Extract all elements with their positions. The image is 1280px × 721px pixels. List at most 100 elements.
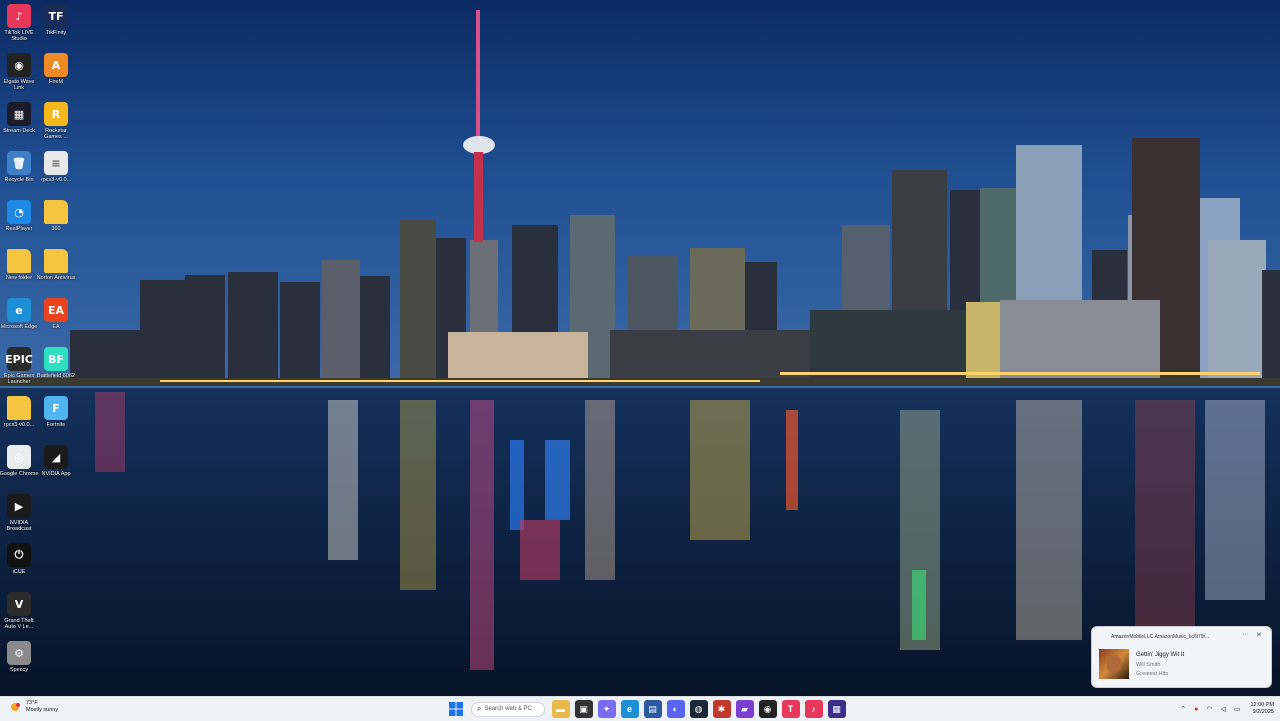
search-box[interactable]: ⌕ Search web & PC bbox=[471, 701, 545, 717]
file-explorer-icon[interactable]: ▬ bbox=[551, 700, 570, 718]
song-title: Gettin' Jiggy Wit It bbox=[1136, 652, 1185, 658]
desktop-icon-label: Speccy bbox=[9, 667, 29, 673]
start-button[interactable] bbox=[447, 700, 465, 718]
desktop-icon-label: Epic Games Launcher bbox=[4, 373, 34, 385]
nvidia-icon: ◢ bbox=[44, 445, 68, 469]
media-notification[interactable]: AmazonMobileLLC.AmazonMusic_kc6t79r... ·… bbox=[1091, 626, 1272, 688]
clock-time: 12:00 PM bbox=[1250, 702, 1274, 708]
desktop-icon-label: Battlefield 6062 bbox=[37, 373, 75, 379]
gta-icon: V bbox=[7, 592, 31, 616]
weather-temperature: 73°F bbox=[26, 700, 38, 706]
desktop-icon[interactable]: e Microsoft Edge bbox=[1, 298, 37, 346]
edge-icon[interactable]: e bbox=[620, 700, 639, 718]
chevron-up-icon[interactable]: ⌃ bbox=[1180, 705, 1186, 713]
desktop-icon[interactable]: ◉ Elgato Wave Link bbox=[1, 53, 37, 101]
rockstar-icon[interactable]: ✱ bbox=[712, 700, 731, 718]
tiktok-live-icon[interactable]: ♪ bbox=[804, 700, 823, 718]
desktop-icon[interactable]: rpcs3-v0.0... bbox=[1, 396, 37, 444]
desktop-icon[interactable]: EA EA bbox=[38, 298, 74, 346]
desktop-icon[interactable]: ◎ Google Chrome bbox=[0, 445, 39, 493]
weather-widget[interactable]: 73°F Mostly sunny bbox=[8, 700, 58, 714]
album-art bbox=[1099, 649, 1129, 679]
nvidia-broadcast-icon: ▶ bbox=[7, 494, 31, 518]
chrome-icon: ◎ bbox=[7, 445, 31, 469]
clipchamp-icon[interactable]: ▰ bbox=[735, 700, 754, 718]
discord-icon[interactable]: ◐ bbox=[666, 700, 685, 718]
desktop-icon[interactable]: EPIC Epic Games Launcher bbox=[1, 347, 37, 395]
copilot-icon[interactable]: ✦ bbox=[597, 700, 616, 718]
obs-icon[interactable]: ◉ bbox=[758, 700, 777, 718]
media-app-icon[interactable]: ▦ bbox=[827, 700, 846, 718]
fortnite-icon: F bbox=[44, 396, 68, 420]
more-options-icon[interactable]: ··· bbox=[1242, 631, 1249, 638]
desktop-icon-label: TikTok LIVE Studio bbox=[4, 30, 34, 42]
desktop-icon[interactable]: TF TikFinity bbox=[38, 4, 74, 52]
display-icon[interactable]: ▭ bbox=[1234, 705, 1241, 713]
epic-games-icon: EPIC bbox=[5, 347, 33, 371]
realplayer-icon: ◔ bbox=[7, 200, 31, 224]
ea-icon: EA bbox=[44, 298, 68, 322]
clock-date: 9/2/2025 bbox=[1252, 709, 1274, 715]
desktop-icon-label: FireM bbox=[48, 79, 64, 85]
desktop-icon-label: Fortnite bbox=[46, 422, 66, 428]
system-tray: ⌃ ● ◠ ◁ ▭ 12:00 PM 9/2/2025 bbox=[1176, 699, 1274, 719]
desktop-icon-label: rpcs3-v0.0... bbox=[40, 177, 72, 183]
search-icon: ⌕ bbox=[477, 704, 482, 713]
tikfinity-icon[interactable]: T bbox=[781, 700, 800, 718]
taskbar-apps: ⌕ Search web & PC ▬ ▣ ✦ e ▤ ◐ ◍ ✱ ▰ ◉ T ♪ ▦ bbox=[444, 699, 848, 719]
folder-icon bbox=[44, 200, 68, 224]
desktop-icon[interactable]: ▦ Stream Deck bbox=[1, 102, 37, 150]
desktop-wallpaper bbox=[0, 0, 1280, 696]
clock[interactable]: 12:00 PM 9/2/2025 bbox=[1250, 702, 1274, 716]
desktop-icon[interactable]: V Grand Theft Auto V Le... bbox=[1, 592, 37, 640]
speccy-icon: ⚙ bbox=[7, 641, 31, 665]
desktop-icon[interactable]: 🗑 Recycle Bin bbox=[1, 151, 37, 199]
windows-icon bbox=[448, 702, 463, 716]
desktop-icon[interactable]: ◢ NVIDIA App bbox=[38, 445, 74, 493]
desktop-icon[interactable]: Norton Antivirus bbox=[36, 249, 76, 297]
network-icon[interactable]: ◠ bbox=[1206, 705, 1212, 713]
desktop-icon[interactable]: ⚙ Speccy bbox=[1, 641, 37, 689]
song-album: Greatest Hits bbox=[1136, 671, 1169, 677]
desktop-icon[interactable]: ▶ NVIDIA Broadcast bbox=[1, 494, 37, 542]
city-skyline-image bbox=[0, 0, 1280, 696]
folder-icon bbox=[7, 249, 31, 273]
store-icon[interactable]: ▤ bbox=[643, 700, 662, 718]
desktop-icon-label: 360 bbox=[51, 226, 61, 232]
desktop-icon-label: NVIDIA Broadcast bbox=[6, 520, 32, 532]
search-placeholder: Search web & PC bbox=[484, 706, 532, 712]
volume-icon[interactable]: ◁ bbox=[1220, 705, 1225, 713]
desktop-icon[interactable]: ◔ RealPlayer bbox=[1, 200, 37, 248]
document-icon: ≡ bbox=[44, 151, 68, 175]
stream-deck-icon: ▦ bbox=[7, 102, 31, 126]
desktop-icon[interactable]: 360 bbox=[38, 200, 74, 248]
desktop-icon-label: iCUE bbox=[12, 569, 26, 575]
desktop-icon-label: Google Chrome bbox=[0, 471, 39, 477]
steam-icon[interactable]: ◍ bbox=[689, 700, 708, 718]
desktop-icon[interactable]: New folder bbox=[1, 249, 37, 297]
close-icon[interactable]: ✕ bbox=[1256, 631, 1262, 639]
desktop-icon[interactable]: ♪ TikTok LIVE Studio bbox=[1, 4, 37, 52]
desktop-icon-label: Stream Deck bbox=[3, 128, 35, 134]
firem-icon: A bbox=[44, 53, 68, 77]
desktop-icon-label: Recycle Bin bbox=[4, 177, 34, 183]
desktop-icon-label: Elgato Wave Link bbox=[3, 79, 35, 91]
battlefield-icon: BF bbox=[44, 347, 68, 371]
desktop-icon[interactable]: A FireM bbox=[38, 53, 74, 101]
wave-link-icon: ◉ bbox=[7, 53, 31, 77]
desktop-icon-label: Norton Antivirus bbox=[36, 275, 76, 281]
folder-icon bbox=[44, 249, 68, 273]
notification-app-name: AmazonMobileLLC.AmazonMusic_kc6t79r... bbox=[1111, 634, 1210, 640]
desktop-icon-label: TikFinity bbox=[45, 30, 67, 36]
security-icon[interactable]: ● bbox=[1194, 706, 1198, 713]
folder-icon bbox=[7, 396, 31, 420]
desktop-icon-label: EA bbox=[52, 324, 60, 330]
desktop-icon-label: Grand Theft Auto V Le... bbox=[4, 618, 34, 630]
desktop-icon[interactable]: R Rockstar Games ... bbox=[38, 102, 74, 150]
icue-icon: ⏻ bbox=[7, 543, 31, 567]
task-view-icon[interactable]: ▣ bbox=[574, 700, 593, 718]
desktop-icon[interactable]: BF Battlefield 6062 bbox=[37, 347, 75, 395]
desktop-icon[interactable]: ⏻ iCUE bbox=[1, 543, 37, 591]
desktop-icon[interactable]: F Fortnite bbox=[38, 396, 74, 444]
desktop-icon[interactable]: ≡ rpcs3-v0.0... bbox=[38, 151, 74, 199]
